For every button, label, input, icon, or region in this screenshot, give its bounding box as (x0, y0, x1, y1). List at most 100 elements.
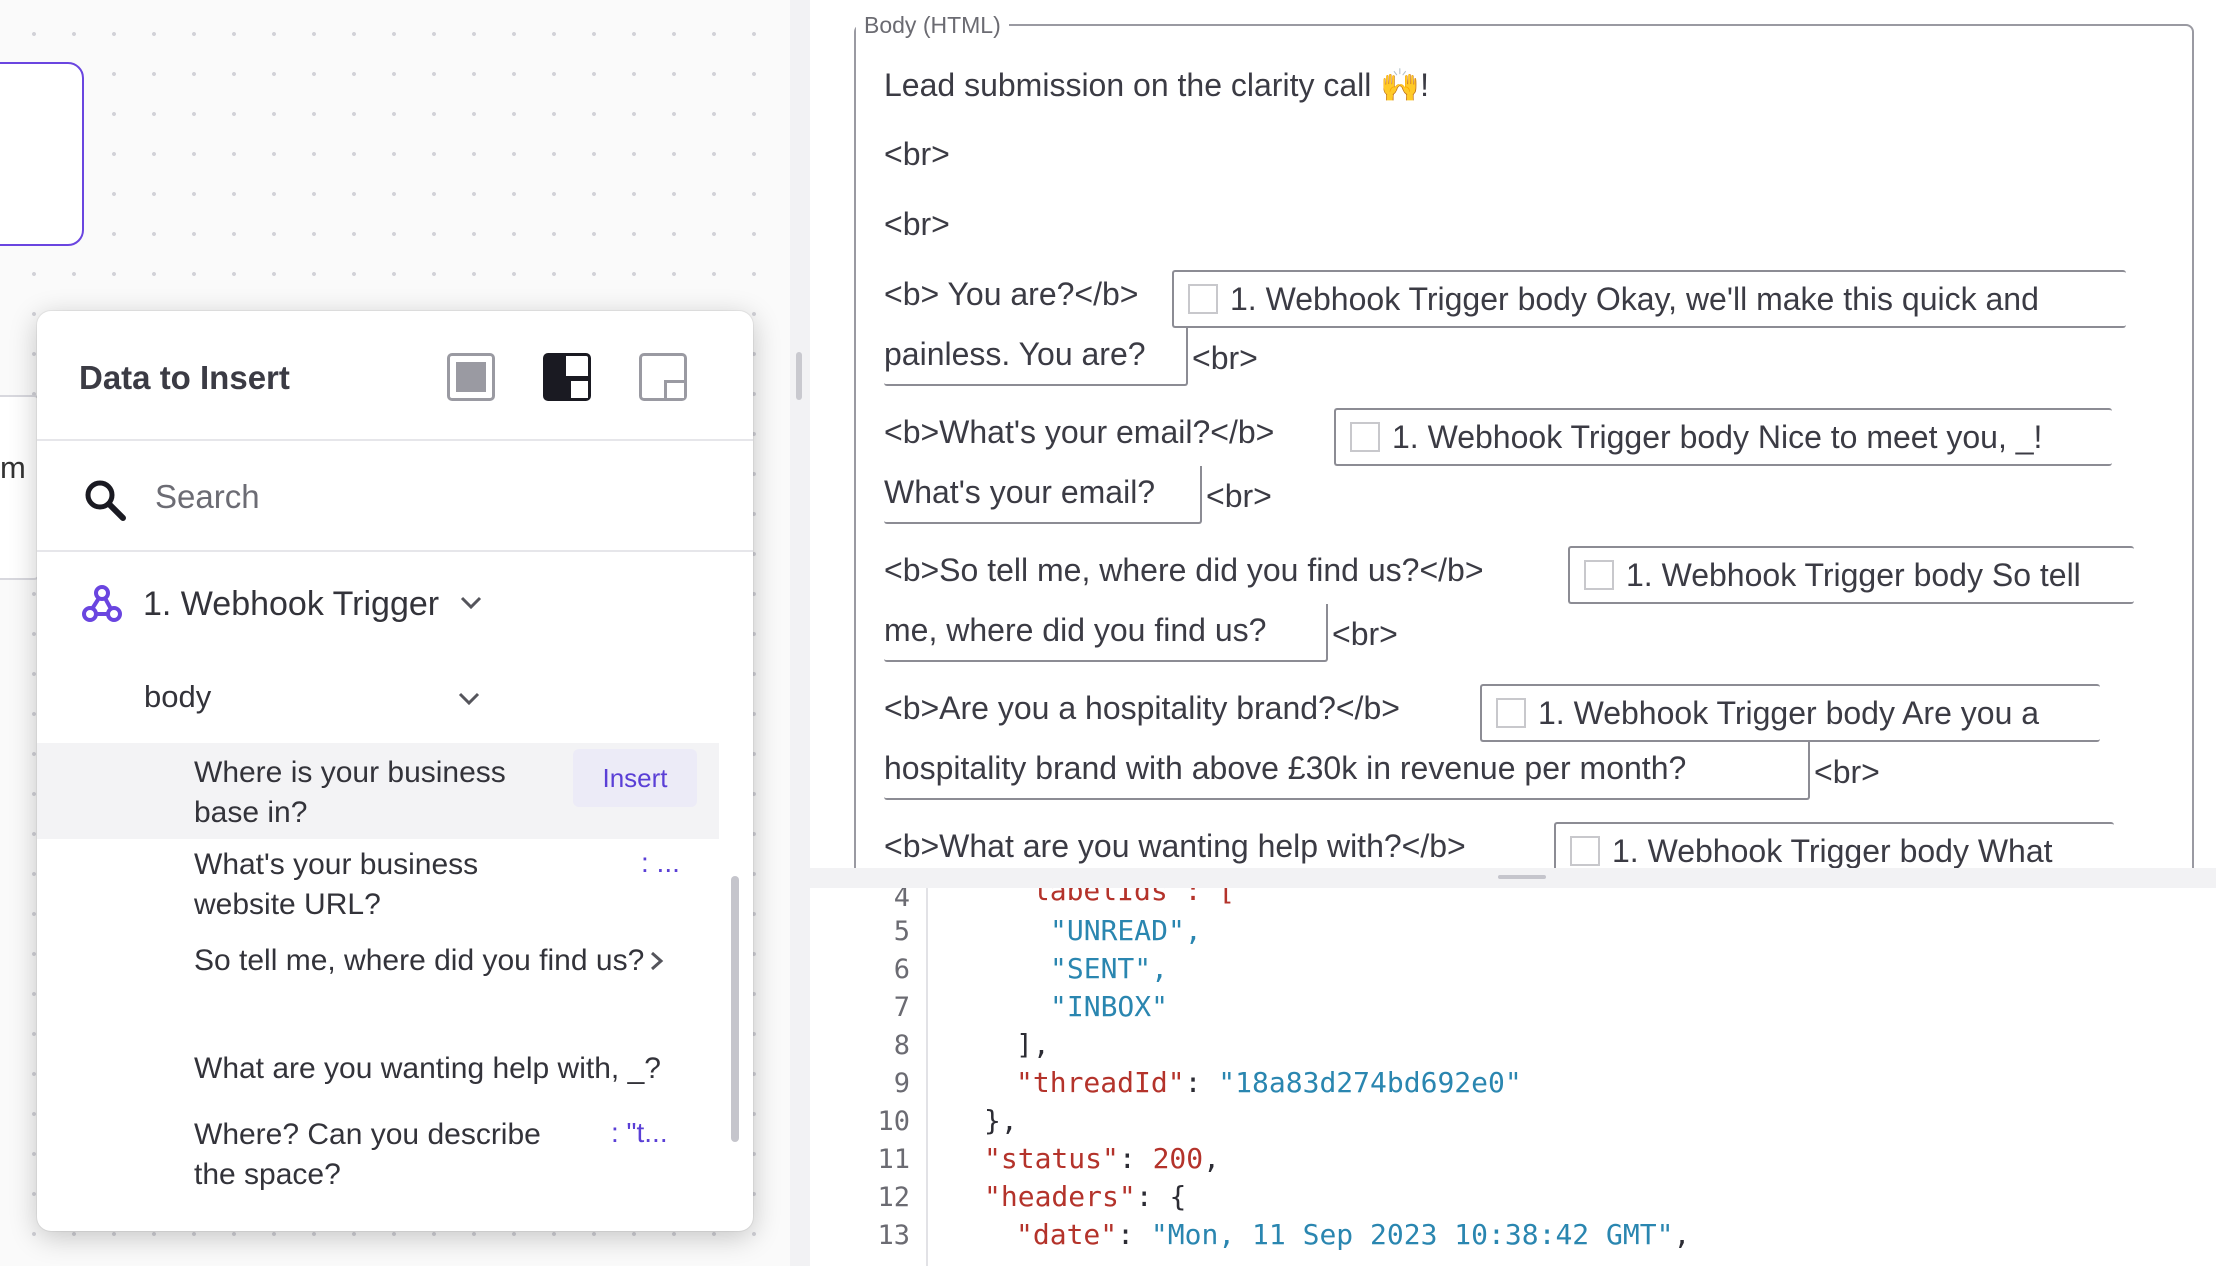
chevron-right-icon[interactable] (647, 949, 667, 973)
editor-question: <b>What's your email?</b> (884, 414, 1275, 450)
variable-pill[interactable]: 1. Webhook Trigger body Nice to meet you… (1334, 408, 2112, 466)
pill-text: 1. Webhook Trigger body What (1612, 833, 2053, 869)
split-drag-handle[interactable] (1498, 875, 1546, 879)
data-tree: 1. Webhook Trigger body Where is your bu… (37, 553, 727, 1231)
code-line: }, (984, 1104, 1018, 1137)
body-html-legend: Body (HTML) (856, 12, 1009, 39)
code-line: ], (1016, 1028, 1050, 1061)
panel-scrollbar[interactable] (731, 876, 739, 1142)
variable-pill-continued[interactable]: me, where did you find us? (884, 604, 1328, 662)
editor-question: <b>So tell me, where did you find us?</b… (884, 552, 1484, 588)
json-value: { (1169, 1180, 1187, 1213)
field-value: : "t... (611, 1117, 668, 1148)
tree-item-webhook-trigger[interactable]: 1. Webhook Trigger (37, 553, 727, 653)
pill-text: 1. Webhook Trigger body Okay, we'll make… (1230, 281, 2039, 317)
chevron-down-icon[interactable] (459, 591, 483, 615)
editor-br: <br> (1814, 754, 1880, 790)
data-to-insert-panel: Data to Insert 1. Webhook Trigger (37, 311, 753, 1231)
variable-pill[interactable]: 1. Webhook Trigger body Are you a (1480, 684, 2100, 742)
pane-divider[interactable] (790, 0, 810, 1266)
editor-br: <br> (1192, 340, 1258, 376)
node-partial-text: m (0, 450, 26, 485)
code-line: "labelIds": [ (1016, 888, 1236, 907)
line-number: 8 (893, 1030, 910, 1061)
code-line: "date": "Mon, 11 Sep 2023 10:38:42 GMT", (1016, 1218, 1691, 1251)
layout-full-icon[interactable] (447, 353, 495, 401)
line-number: 5 (893, 916, 910, 947)
tree-field-website-url[interactable]: What's your business website URL? : ... (37, 839, 719, 935)
workflow-node[interactable] (0, 62, 84, 246)
editor-question: <b>What are you wanting help with?</b> (884, 828, 1466, 864)
code-line: "headers": { (984, 1180, 1187, 1213)
field-label: What's your business website URL? (194, 848, 479, 921)
line-number: 6 (893, 954, 910, 985)
json-output-viewer[interactable]: 4 5 6 7 8 9 10 11 12 13 "labelIds": [ "U… (844, 888, 2216, 1266)
workflow-node-secondary[interactable] (0, 395, 40, 580)
code-line: "status": 200, (984, 1142, 1221, 1175)
variable-pill-continued[interactable]: hospitality brand with above £30k in rev… (884, 742, 1810, 800)
pill-text: What's your email? (884, 474, 1156, 510)
pill-text: 1. Webhook Trigger body Nice to meet you… (1392, 419, 2043, 455)
line-number: 9 (893, 1068, 910, 1099)
json-value: "18a83d274bd692e0" (1218, 1066, 1522, 1099)
json-value: "Mon, 11 Sep 2023 10:38:42 GMT" (1150, 1218, 1674, 1251)
json-key: "threadId" (1016, 1066, 1185, 1099)
editor-text-line: Lead submission on the clarity call 🙌! (884, 67, 1429, 103)
editor-br: <br> (1206, 478, 1272, 514)
layout-split-icon[interactable] (543, 353, 591, 401)
pill-square-icon (1350, 422, 1380, 452)
pill-text: painless. You are? (884, 336, 1146, 372)
pill-text: me, where did you find us? (884, 612, 1267, 648)
pill-text: 1. Webhook Trigger body Are you a (1538, 695, 2040, 731)
editor-br: <br> (884, 136, 950, 172)
line-number: 4 (893, 888, 910, 913)
line-number-gutter: 4 5 6 7 8 9 10 11 12 13 (844, 888, 928, 1266)
panel-header: Data to Insert (37, 311, 753, 441)
field-label: Where? Can you describe the space? (194, 1118, 541, 1191)
line-number: 13 (877, 1220, 910, 1251)
variable-pill-continued[interactable]: painless. You are? (884, 328, 1188, 386)
pill-square-icon (1584, 560, 1614, 590)
pill-text: hospitality brand with above £30k in rev… (884, 750, 1687, 786)
line-number: 10 (877, 1106, 910, 1137)
search-input[interactable] (155, 472, 715, 522)
chevron-down-icon[interactable] (457, 687, 481, 711)
field-value: : ... (641, 847, 680, 878)
json-key: "status" (984, 1142, 1119, 1175)
editor-br: <br> (884, 206, 950, 242)
line-number: 12 (877, 1182, 910, 1213)
editor-br: <br> (1332, 616, 1398, 652)
json-key: "date" (1016, 1218, 1118, 1251)
tree-field-help-with[interactable]: What are you wanting help with, _? (37, 1029, 719, 1105)
field-label: Where is your business base in? (194, 756, 506, 829)
variable-pill[interactable]: 1. Webhook Trigger body Okay, we'll make… (1172, 270, 2126, 328)
pill-square-icon (1570, 836, 1600, 866)
json-key: "headers" (984, 1180, 1136, 1213)
webhook-icon (82, 585, 122, 622)
layout-corner-icon[interactable] (639, 353, 687, 401)
tree-field-find-us[interactable]: So tell me, where did you find us? (37, 935, 719, 1029)
code-line: "INBOX" (1050, 990, 1169, 1023)
code-line: "threadId": "18a83d274bd692e0" (1016, 1066, 1522, 1099)
tree-field-describe-space[interactable]: Where? Can you describe the space? : "t.… (37, 1105, 719, 1201)
line-number: 11 (877, 1144, 910, 1175)
tree-item-body[interactable]: body (37, 653, 727, 743)
body-label: body (144, 679, 212, 714)
webhook-trigger-label: 1. Webhook Trigger (143, 585, 440, 623)
field-label: So tell me, where did you find us? (194, 944, 645, 977)
insert-button[interactable]: Insert (573, 749, 697, 807)
editor-question: <b> You are?</b> (884, 276, 1139, 312)
variable-pill-continued[interactable]: What's your email? (884, 466, 1202, 524)
pill-square-icon (1188, 284, 1218, 314)
pane-resize-handle[interactable] (796, 352, 802, 400)
panel-title: Data to Insert (79, 359, 290, 396)
field-label: What are you wanting help with, _? (194, 1052, 661, 1085)
variable-pill[interactable]: 1. Webhook Trigger body So tell (1568, 546, 2134, 604)
editor-question: <b>Are you a hospitality brand?</b> (884, 690, 1400, 726)
tree-field-business-base[interactable]: Where is your business base in? Insert (37, 743, 719, 839)
pill-square-icon (1496, 698, 1526, 728)
pill-text: 1. Webhook Trigger body So tell (1626, 557, 2081, 593)
json-value: 200 (1152, 1142, 1204, 1175)
search-icon (85, 480, 126, 521)
code-line: "SENT", (1050, 952, 1169, 985)
